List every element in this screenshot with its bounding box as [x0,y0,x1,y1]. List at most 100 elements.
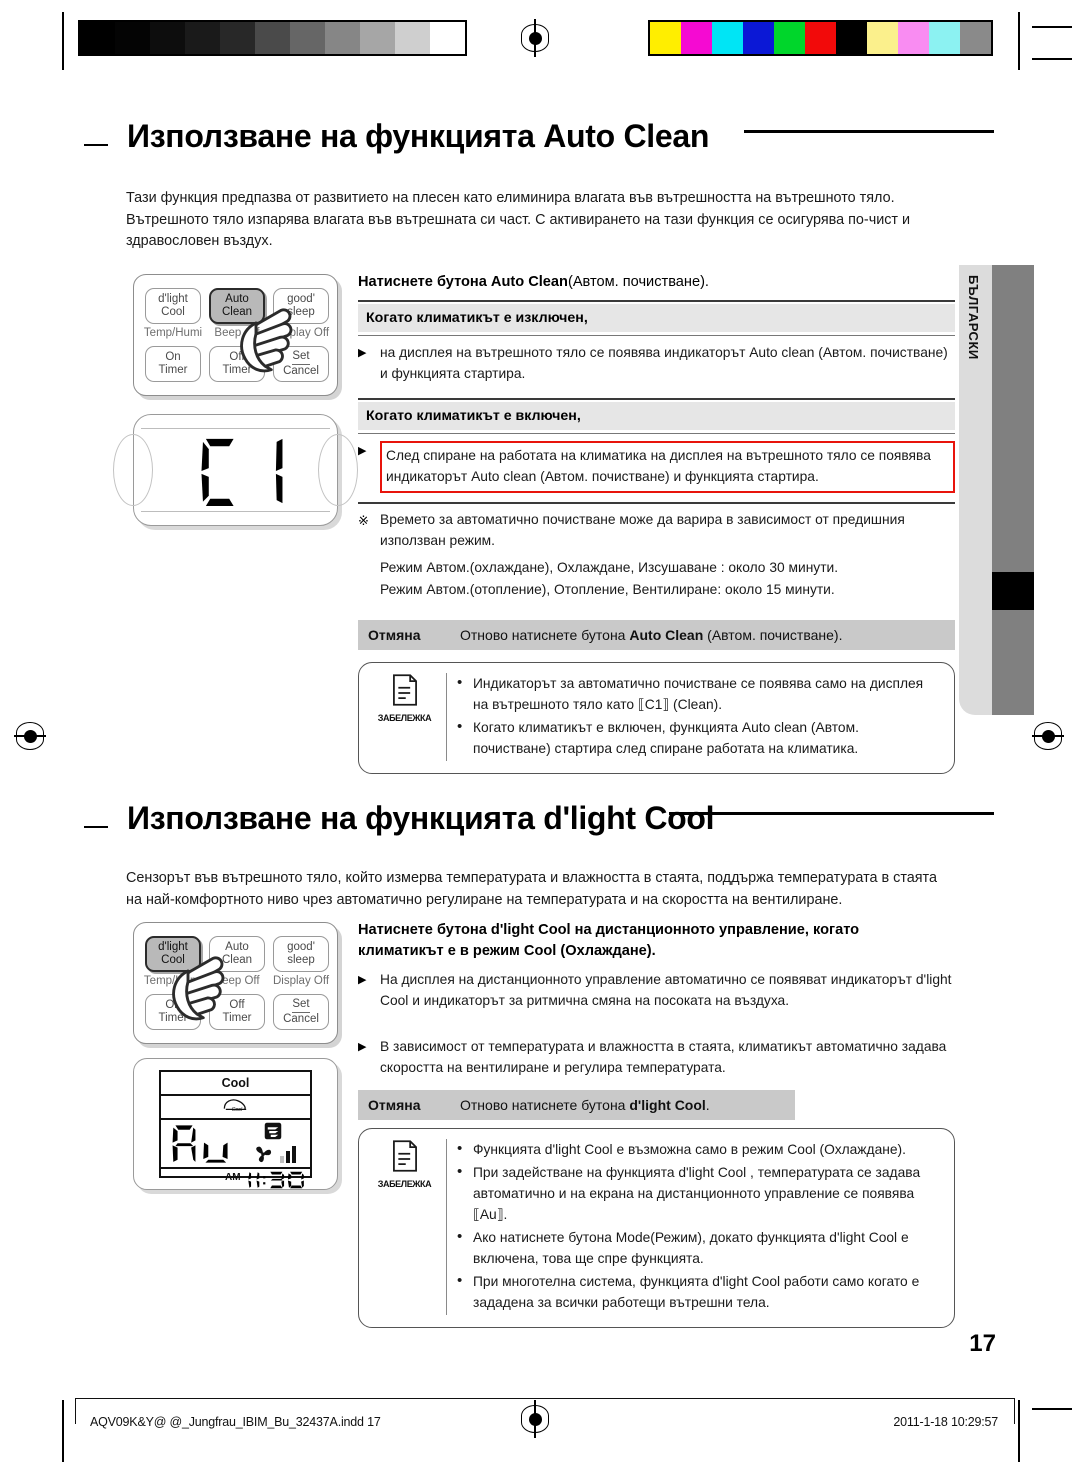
calibration-swatch [805,22,836,54]
seven-segment-digit-1 [275,438,283,504]
dot-bullet-icon: • [457,718,463,735]
calibration-swatch [681,22,712,54]
key-set-cancel[interactable]: Set Cancel [273,346,329,382]
sublabel-display-off: Display Off [272,975,330,987]
footer-timestamp: 2011-1-18 10:29:57 [893,1415,998,1429]
unit-lens-right [318,434,358,506]
calibration-swatch [960,22,991,54]
section2-lead-line2: климатикът е в режим Cool (Охлаждане). [358,943,656,959]
timing-line-1: Режим Автом.(охлаждане), Охлаждане, Изсу… [380,560,839,575]
key-on-timer[interactable]: On Timer [145,994,201,1030]
key-off-timer[interactable]: Off Timer [209,994,265,1030]
lcd-mode-label: Cool [221,1076,250,1090]
grayscale-calibration-bar [78,20,467,56]
section1-bullet-on: ▶ След спиране на работата на климатика … [358,441,955,493]
calibration-swatch [650,22,681,54]
document-note-icon [392,1140,417,1172]
bullet-auto-fan: ▶ В зависимост от температурата и влажно… [358,1037,955,1078]
note-item: • Функцията d'light Cool е възможна само… [457,1139,940,1160]
note-item: • Индикаторът за автоматично почистване … [457,673,940,715]
section2-bullet-1: ▶ На дисплея на дистанционното управлени… [358,970,955,1011]
triangle-bullet-icon: ▶ [358,445,367,457]
band-unit-off-label: Когато климатикът е изключен, [358,304,955,332]
lcd-screen: Cool Cool AM [159,1070,312,1189]
heading-rule-right [669,812,994,815]
lcd-seven-segment-au [172,1125,228,1163]
remote-keypad-dlightcool: d'light Cool Auto Clean good' sleep Temp… [133,922,338,1044]
triangle-bullet-icon: ▶ [358,1041,367,1053]
heading-rule-left [84,826,108,828]
star-note-row: ※ Времето за автоматично почистване може… [358,510,955,551]
calibration-swatch [290,22,325,54]
calibration-swatch [80,22,115,54]
crop-mark-top-right-h1 [1032,26,1072,28]
calibration-swatch [255,22,290,54]
note-icon-block: ЗАБЕЛЕЖКА [369,1139,447,1315]
dot-bullet-icon: • [457,1140,463,1157]
section1-rule-1 [358,300,955,302]
dot-bullet-icon: • [457,1163,463,1180]
key-dlight-cool[interactable]: d'light Cool [145,936,201,972]
calibration-swatch [325,22,360,54]
section1-timing: Режим Автом.(охлаждане), Охлаждане, Изсу… [358,557,955,601]
section1-star-note: ※ Времето за автоматично почистване може… [358,510,955,551]
fan-speed-icon [256,1146,272,1163]
cancel-label: Отмяна [368,1097,421,1113]
section1-lead: Натиснете бутона Auto Clean(Автом. почис… [358,274,709,290]
svg-text:Cool: Cool [231,1107,242,1113]
note-item: • Когато климатикът е включен, функцията… [457,717,940,759]
calibration-swatch [774,22,805,54]
key-auto-clean[interactable]: Auto Clean [209,288,265,324]
triangle-bullet-icon: ▶ [358,974,367,986]
unit-lens-left [113,434,153,506]
key-set-cancel[interactable]: Set Cancel [273,994,329,1030]
calibration-swatch [360,22,395,54]
section2-lead-block: Натиснете бутона d'light Cool на дистанц… [358,920,955,962]
highlighted-note-box: След спиране на работата на климатика на… [380,441,955,493]
key-good-sleep[interactable]: good' sleep [273,288,329,324]
cancel-text: Отново натиснете бутона Auto Clean (Авто… [460,627,843,643]
footer-right-tick [1014,1398,1016,1424]
lcd-clock-time [248,1171,304,1189]
footer-left-tick [75,1398,77,1424]
key-on-timer[interactable]: On Timer [145,346,201,382]
section2-lead: Натиснете бутона d'light Cool на дистанц… [358,920,955,962]
page-number: 17 [969,1330,996,1357]
crop-mark-bottom-right-h [1032,1408,1072,1410]
calibration-swatch [115,22,150,54]
footer-divider [75,1398,1015,1400]
sublabel-display-off: Display Off [272,327,330,339]
crop-mark-left-bottom [62,1400,64,1462]
crop-mark-right-top [1018,12,1020,70]
section1-note-card: ЗАБЕЛЕЖКА • Индикаторът за автоматично п… [358,662,955,774]
bullet-unit-off: ▶ на дисплея на вътрешното тяло се появя… [358,343,955,384]
calibration-swatch [836,22,867,54]
key-off-timer[interactable]: Off Timer [209,346,265,382]
section1-rule-5 [358,502,955,504]
manual-page: Използване на функцията Auto Clean Тази … [0,0,1080,1476]
airflow-swing-icon [264,1122,282,1140]
calibration-swatch [185,22,220,54]
key-good-sleep[interactable]: good' sleep [273,936,329,972]
language-tab-bar [992,265,1034,715]
footer-filename: AQV09K&Y@ @_Jungfrau_IBIM_Bu_32437A.indd… [90,1415,381,1429]
key-auto-clean[interactable]: Auto Clean [209,936,265,972]
bullet-unit-on: ▶ След спиране на работата на климатика … [358,441,955,493]
asterisk-bullet-icon: ※ [358,513,369,528]
crop-mark-left-top [62,12,64,70]
heading-rule-right [744,130,994,133]
section1-intro: Тази функция предпазва от развитието на … [126,190,911,249]
section2-cancel-row: Отмяна Отново натиснете бутона d'light C… [358,1090,795,1120]
calibration-swatch [395,22,430,54]
section2-bullet-2: ▶ В зависимост от температурата и влажно… [358,1037,955,1078]
remote-keypad-autoclean: d'light Cool Auto Clean good' sleep Temp… [133,274,338,396]
cancel-text: Отново натиснете бутона d'light Cool. [460,1097,710,1113]
calibration-swatch [929,22,960,54]
section1-rule-2 [358,335,955,337]
section1-lead-block: Натиснете бутона Auto Clean(Автом. почис… [358,272,955,293]
sublabel-beep-off: Beep Off [214,975,260,987]
calibration-swatch [220,22,255,54]
timing-line-2: Режим Автом.(отопление), Отопление, Вент… [380,582,835,597]
key-dlight-cool[interactable]: d'light Cool [145,288,201,324]
calibration-swatch [712,22,743,54]
